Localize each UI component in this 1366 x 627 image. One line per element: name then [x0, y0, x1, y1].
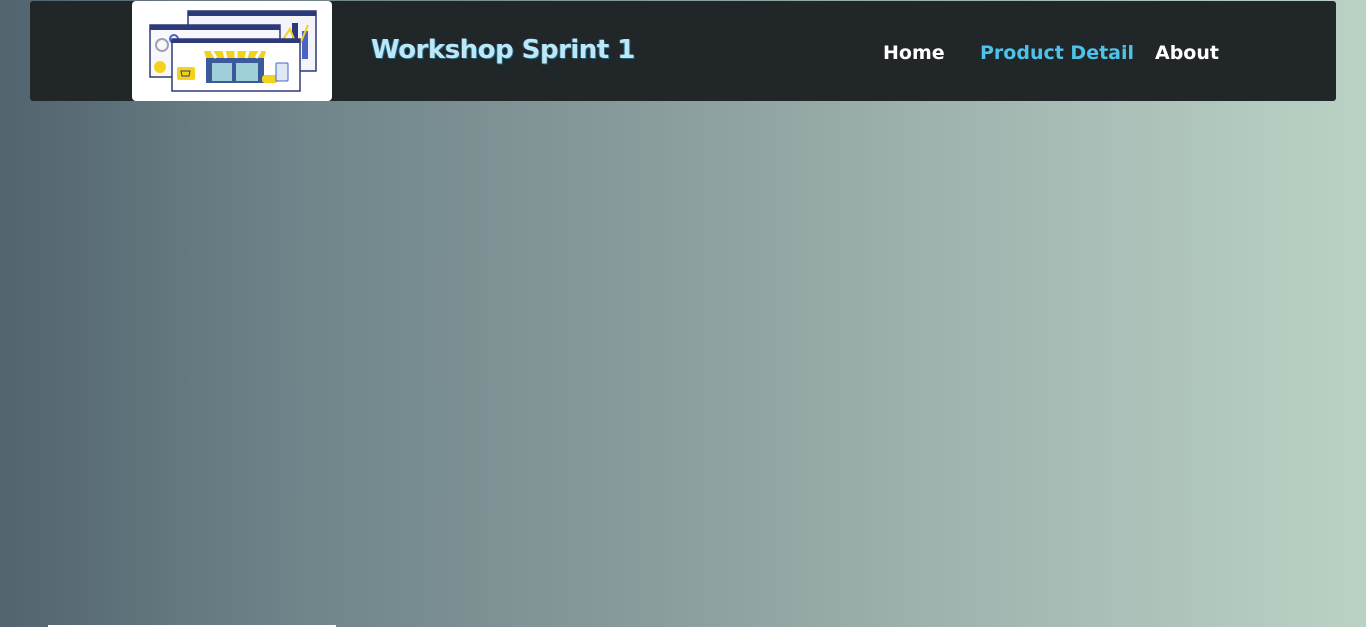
- navbar: Workshop Sprint 1 Home Product Detail Ab…: [30, 1, 1336, 101]
- nav-link-product-detail[interactable]: Product Detail: [980, 42, 1134, 64]
- brand-title: Workshop Sprint 1: [371, 35, 635, 65]
- logo-link[interactable]: [132, 1, 332, 101]
- nav-link-about[interactable]: About: [1155, 42, 1219, 64]
- storefront-illustration-icon: [149, 10, 317, 92]
- nav-link-home[interactable]: Home: [883, 42, 945, 64]
